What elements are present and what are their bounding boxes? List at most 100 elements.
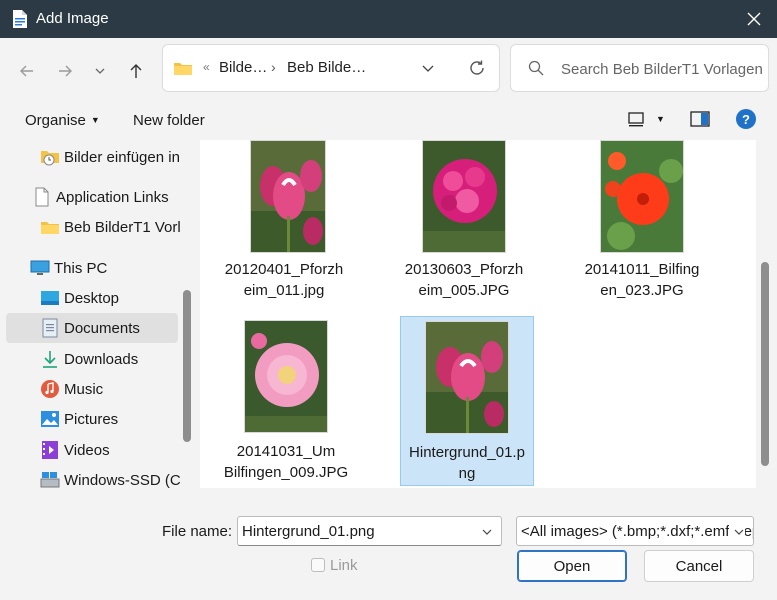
dialog-footer: File name: Hintergrund_01.png <All image… xyxy=(0,488,777,600)
navigation-pane-scrollbar[interactable] xyxy=(183,290,191,442)
arrow-left-icon xyxy=(20,65,33,77)
nav-label: Videos xyxy=(64,441,110,459)
nav-item-desktop[interactable]: Desktop xyxy=(40,283,180,313)
close-icon xyxy=(747,12,761,26)
search-box[interactable]: Search Beb BilderT1 Vorlagen xyxy=(510,44,769,92)
breadcrumb-item[interactable]: Beb Bilde… xyxy=(287,59,366,76)
refresh-icon xyxy=(470,60,484,75)
forward-button[interactable] xyxy=(50,56,80,86)
document-app-icon xyxy=(12,9,28,29)
arrow-up-icon xyxy=(130,64,142,78)
breadcrumb-overflow[interactable]: « xyxy=(203,60,210,74)
nav-label: Downloads xyxy=(64,350,139,368)
nav-item-downloads[interactable]: Downloads xyxy=(40,344,180,374)
title-bar: Add Image xyxy=(0,0,777,38)
chevron-right-icon[interactable]: › xyxy=(271,59,276,75)
nav-label: Bilder einfügen in xyxy=(64,148,180,166)
file-tile[interactable]: 20141011_Bilfing en_023.JPG xyxy=(576,140,710,302)
command-toolbar: Organise ▼ New folder ▼ ? xyxy=(0,100,777,140)
file-list: 20120401_Pforzh eim_011.jpg 20130603_Pfor… xyxy=(200,140,756,488)
nav-label: Documents xyxy=(64,319,140,337)
caret-down-icon[interactable]: ▼ xyxy=(656,114,665,124)
nav-label: This PC xyxy=(54,259,108,277)
folder-icon xyxy=(40,217,60,237)
navigation-pane: Bilder einfügen in Application Links Beb… xyxy=(0,140,196,488)
document-icon xyxy=(32,187,52,207)
link-checkbox[interactable] xyxy=(311,558,325,572)
nav-item-application-links[interactable]: Application Links xyxy=(32,182,182,212)
file-name-input[interactable]: Hintergrund_01.png xyxy=(237,516,502,546)
chevron-down-icon[interactable] xyxy=(729,525,745,542)
documents-icon xyxy=(40,318,60,338)
file-tile[interactable]: 20120401_Pforzh eim_011.jpg xyxy=(200,140,343,302)
pictures-icon xyxy=(40,409,60,429)
videos-icon xyxy=(40,440,60,460)
nav-item-documents[interactable]: Documents xyxy=(6,313,178,343)
file-name-label: Hintergrund_01.p ng xyxy=(409,444,525,482)
address-dropdown-button[interactable] xyxy=(421,61,435,79)
file-name-label: File name: xyxy=(162,523,233,540)
file-type-value: <All images> (*.bmp;*.dxf;*.emf;*.eps;*.… xyxy=(521,523,753,540)
file-name-label: 20120401_Pforzh eim_011.jpg xyxy=(224,261,344,299)
organise-menu-button[interactable]: Organise ▼ xyxy=(25,112,100,129)
address-bar[interactable]: « Bilde… › Beb Bilde… xyxy=(162,44,500,92)
file-type-select[interactable]: <All images> (*.bmp;*.dxf;*.emf;*.eps;*.… xyxy=(516,516,754,546)
help-icon: ? xyxy=(742,111,750,127)
file-tile[interactable]: 20141031_Um Bilfingen_009.JPG xyxy=(220,316,354,486)
file-name-label: 20141011_Bilfing en_023.JPG xyxy=(584,261,700,299)
music-icon xyxy=(40,379,60,399)
search-input[interactable]: Search Beb BilderT1 Vorlagen xyxy=(561,61,763,78)
file-list-scrollbar[interactable] xyxy=(761,262,769,466)
new-folder-button[interactable]: New folder xyxy=(133,112,205,129)
nav-item-this-pc[interactable]: This PC xyxy=(30,253,180,283)
close-button[interactable] xyxy=(731,0,777,38)
view-icon xyxy=(628,112,644,127)
back-button[interactable] xyxy=(12,56,42,86)
image-thumbnail xyxy=(425,321,509,434)
link-checkbox-label: Link xyxy=(330,557,358,574)
breadcrumb-item[interactable]: Bilde… xyxy=(219,59,267,76)
chevron-down-icon xyxy=(95,68,105,74)
image-thumbnail xyxy=(600,140,684,253)
refresh-button[interactable] xyxy=(468,59,486,81)
nav-item-windows-ssd[interactable]: Windows-SSD (C:) xyxy=(40,465,180,488)
recent-locations-button[interactable] xyxy=(85,56,115,86)
file-tile-selected[interactable]: Hintergrund_01.p ng xyxy=(400,316,534,486)
nav-label: Pictures xyxy=(64,410,119,428)
cancel-button[interactable]: Cancel xyxy=(644,550,754,582)
nav-item-music[interactable]: Music xyxy=(40,374,180,404)
chevron-down-icon[interactable] xyxy=(481,525,493,542)
desktop-icon xyxy=(40,288,60,308)
nav-label: Windows-SSD (C:) xyxy=(64,471,180,489)
nav-label: Music xyxy=(64,380,104,398)
nav-item-beb-bildert1[interactable]: Beb BilderT1 Vorlagen xyxy=(40,212,180,242)
arrow-right-icon xyxy=(59,65,72,77)
file-name-value: Hintergrund_01.png xyxy=(242,523,375,540)
file-name-label: 20130603_Pforzh eim_005.JPG xyxy=(404,261,524,299)
preview-pane-button[interactable] xyxy=(690,111,710,131)
up-button[interactable] xyxy=(121,56,151,86)
open-button[interactable]: Open xyxy=(517,550,627,582)
image-thumbnail xyxy=(244,320,328,433)
view-options-button[interactable] xyxy=(627,110,645,132)
computer-icon xyxy=(30,258,50,278)
drive-icon xyxy=(40,470,60,488)
help-button[interactable]: ? xyxy=(736,109,756,129)
nav-item-bilder-einfuegen[interactable]: Bilder einfügen in xyxy=(40,142,180,172)
image-thumbnail xyxy=(422,140,506,253)
caret-down-icon: ▼ xyxy=(90,115,100,125)
window-title: Add Image xyxy=(36,10,109,27)
nav-label: Desktop xyxy=(64,289,120,307)
file-tile[interactable]: 20130603_Pforzh eim_005.JPG xyxy=(398,140,532,302)
organise-label: Organise xyxy=(25,112,86,129)
download-icon xyxy=(40,349,60,369)
preview-pane-icon xyxy=(690,111,710,127)
search-icon xyxy=(527,59,545,81)
nav-label: Beb BilderT1 Vorlagen xyxy=(64,218,180,236)
nav-item-pictures[interactable]: Pictures xyxy=(40,404,180,434)
folder-icon xyxy=(173,60,193,80)
file-name-label: 20141031_Um Bilfingen_009.JPG xyxy=(223,443,349,481)
nav-label: Application Links xyxy=(56,188,169,206)
folder-clock-icon xyxy=(40,147,60,167)
nav-item-videos[interactable]: Videos xyxy=(40,435,180,465)
